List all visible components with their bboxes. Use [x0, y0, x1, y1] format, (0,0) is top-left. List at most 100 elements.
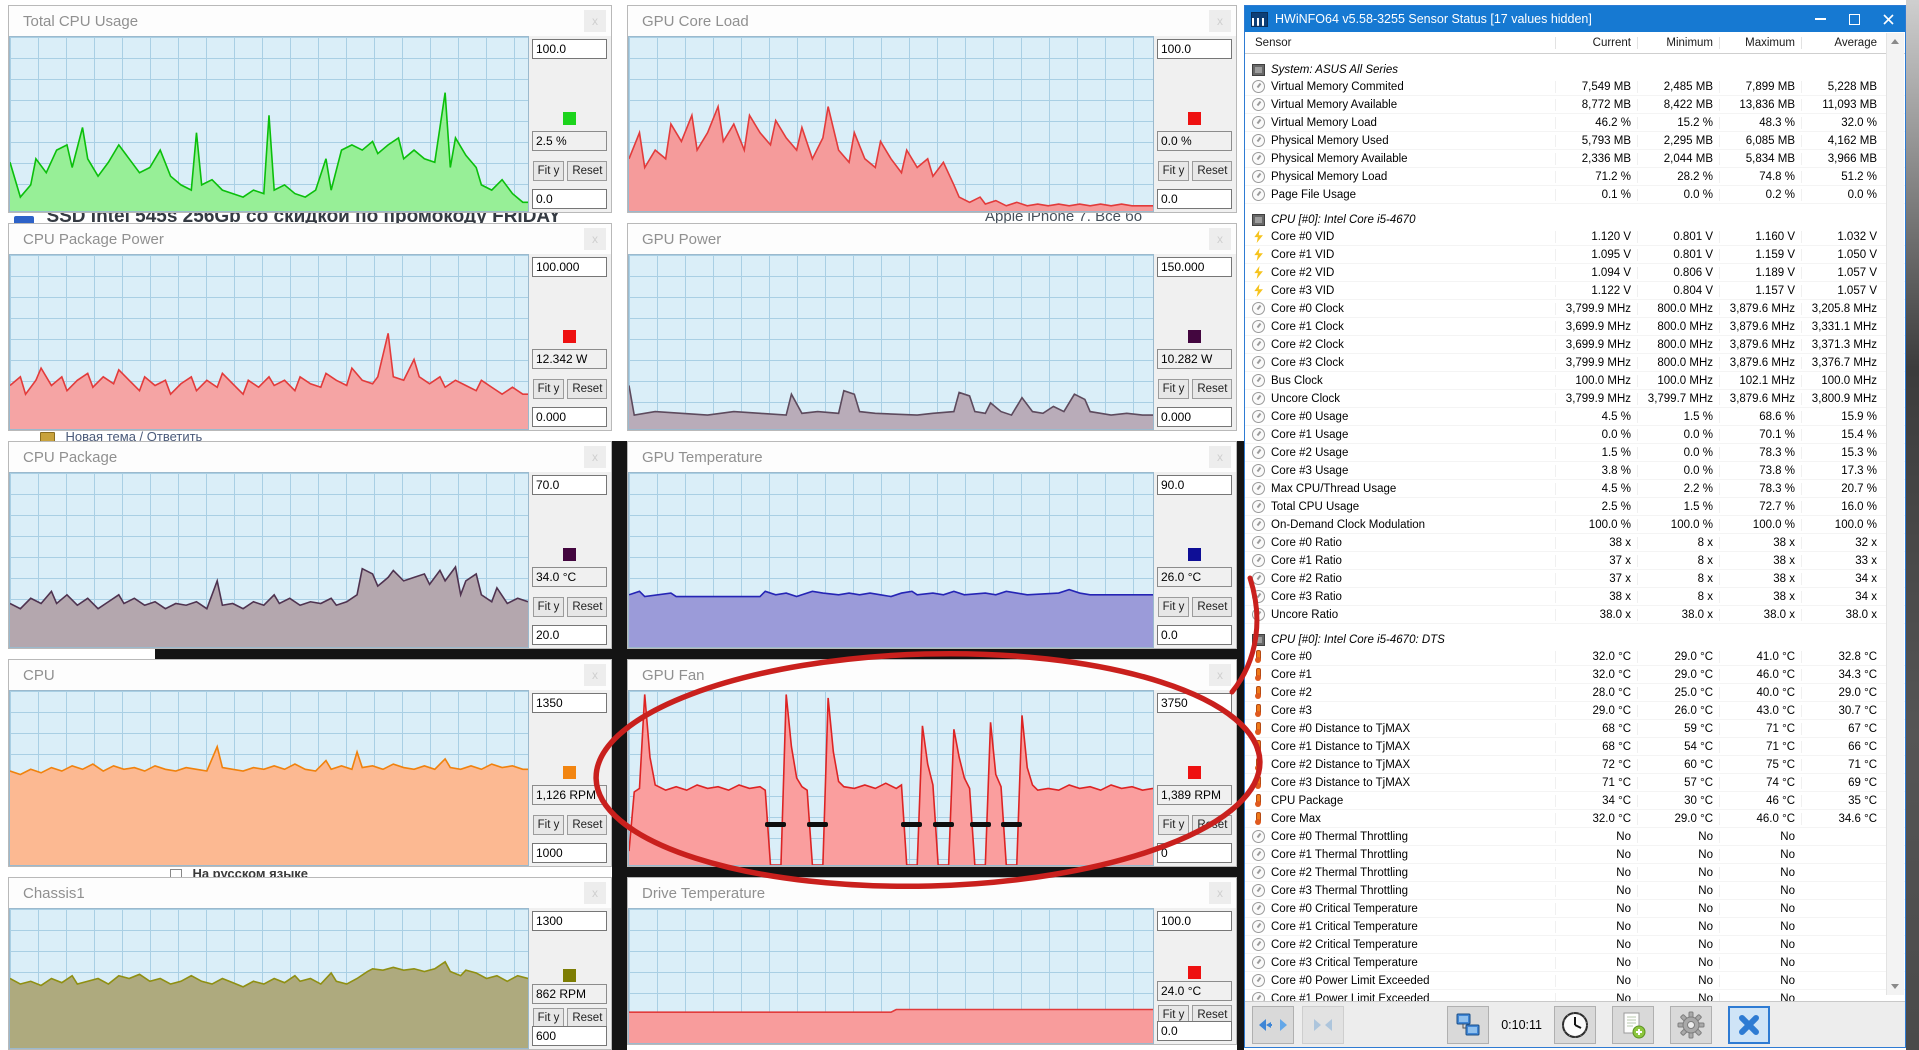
sensor-row[interactable]: Core #2 Ratio 37 x8 x 38 x 34 x: [1245, 570, 1905, 588]
y-max-input[interactable]: 1350: [532, 693, 607, 713]
panel-close-icon[interactable]: x: [1209, 228, 1231, 250]
report-button[interactable]: [1612, 1005, 1654, 1044]
column-header-minimum[interactable]: Minimum: [1637, 36, 1719, 49]
y-min-input[interactable]: 1000: [532, 843, 607, 863]
sensor-row[interactable]: Core #2 28.0 °C 25.0 °C 40.0 °C 29.0 °C: [1245, 684, 1905, 702]
reset-button[interactable]: Reset: [567, 596, 608, 617]
sensor-row[interactable]: Core #1 Critical Temperature No No No: [1245, 918, 1905, 936]
y-max-input[interactable]: 90.0: [1157, 475, 1232, 495]
sensor-row[interactable]: Physical Memory Load 71.2 % 28.2 % 74.8 % 51…: [1245, 168, 1905, 186]
column-header-current[interactable]: Current: [1555, 36, 1637, 49]
sensor-row[interactable]: Core #3 Thermal Throttling No No No: [1245, 882, 1905, 900]
sensor-row[interactable]: Core #0 Critical Temperature No No No: [1245, 900, 1905, 918]
y-min-input[interactable]: 0.0: [532, 189, 607, 209]
column-header-sensor[interactable]: Sensor: [1245, 37, 1555, 49]
settings-button[interactable]: [1670, 1005, 1712, 1044]
sensor-row[interactable]: Core #3 VID 1.122 V 0.804 V 1.157 V 1.057 V: [1245, 282, 1905, 300]
sensor-row[interactable]: Page File Usage 0.1 % 0.0 % 0.2 % 0.0 %: [1245, 186, 1905, 204]
sensor-row[interactable]: Core #0 Usage 4.5 % 1.5 % 68.6 % 15.9 %: [1245, 408, 1905, 426]
sensor-row[interactable]: Core #0 VID 1.120 V 0.801 V 1.160 V 1.032 V: [1245, 228, 1905, 246]
y-max-input[interactable]: 3750: [1157, 693, 1232, 713]
logging-start-button[interactable]: [1554, 1005, 1596, 1044]
sensor-row[interactable]: Core #3 Ratio 38 x8 x 38 x 34 x: [1245, 588, 1905, 606]
sensor-row[interactable]: Uncore Clock 3,799.9 MHz 3,799.7 MHz 3,879.…: [1245, 390, 1905, 408]
scroll-down-icon[interactable]: [1887, 978, 1904, 995]
sensor-row[interactable]: Virtual Memory Available 8,772 MB 8,422 MB…: [1245, 96, 1905, 114]
exit-button[interactable]: [1728, 1005, 1770, 1044]
panel-close-icon[interactable]: x: [584, 664, 606, 686]
panel-close-icon[interactable]: x: [1209, 446, 1231, 468]
sensor-row[interactable]: Virtual Memory Commited 7,549 MB 2,485 MB 7…: [1245, 78, 1905, 96]
sensor-row[interactable]: Core #1 Ratio 37 x8 x 38 x 33 x: [1245, 552, 1905, 570]
panel-close-icon[interactable]: x: [1209, 882, 1231, 904]
panel-close-icon[interactable]: x: [584, 228, 606, 250]
column-header-average[interactable]: Average: [1801, 36, 1883, 49]
y-min-input[interactable]: 0.0: [1157, 1021, 1232, 1041]
y-min-input[interactable]: 600: [532, 1026, 607, 1046]
fit-y-button[interactable]: Fit y: [1157, 814, 1190, 835]
scroll-up-icon[interactable]: [1887, 33, 1904, 50]
panel-close-icon[interactable]: x: [1209, 10, 1231, 32]
panel-close-icon[interactable]: x: [584, 882, 606, 904]
fit-y-button[interactable]: Fit y: [532, 378, 565, 399]
hwinfo-titlebar[interactable]: HWiNFO64 v5.58-3255 Sensor Status [17 va…: [1245, 6, 1905, 32]
maximize-button[interactable]: [1837, 6, 1871, 32]
fit-y-button[interactable]: Fit y: [532, 596, 565, 617]
sensor-row[interactable]: Uncore Ratio 38.0 x 38.0 x 38.0 x 38.0 x: [1245, 606, 1905, 624]
y-max-input[interactable]: 100.0: [1157, 39, 1232, 59]
y-min-input[interactable]: 0.000: [1157, 407, 1232, 427]
sensor-row[interactable]: Physical Memory Available 2,336 MB 2,044 M…: [1245, 150, 1905, 168]
y-max-input[interactable]: 100.000: [532, 257, 607, 277]
sensor-row[interactable]: Core #1 Usage 0.0 % 0.0 % 70.1 % 15.4 %: [1245, 426, 1905, 444]
sensor-section-header[interactable]: CPU [#0]: Intel Core i5-4670: [1245, 211, 1905, 228]
y-min-input[interactable]: 0.0: [1157, 625, 1232, 645]
sensor-row[interactable]: Core #3 Critical Temperature No No No: [1245, 954, 1905, 972]
sensor-row[interactable]: Core Max 32.0 °C 29.0 °C 46.0 °C 34.6 °C: [1245, 810, 1905, 828]
reset-button[interactable]: Reset: [567, 814, 608, 835]
sensor-row[interactable]: Core #3 Clock 3,799.9 MHz 800.0 MHz 3,879.6…: [1245, 354, 1905, 372]
sensor-row[interactable]: Core #1 Clock 3,699.9 MHz 800.0 MHz 3,879.6…: [1245, 318, 1905, 336]
sensor-row[interactable]: Core #2 Distance to TjMAX 72 °C 60 °C 75 °C…: [1245, 756, 1905, 774]
sensor-row[interactable]: Core #0 Power Limit Exceeded No No No: [1245, 972, 1905, 990]
fit-y-button[interactable]: Fit y: [1157, 378, 1190, 399]
y-max-input[interactable]: 100.0: [1157, 911, 1232, 931]
panel-close-icon[interactable]: x: [584, 10, 606, 32]
column-header-maximum[interactable]: Maximum: [1719, 36, 1801, 49]
sensor-row[interactable]: Core #0 32.0 °C 29.0 °C 41.0 °C 32.8 °C: [1245, 648, 1905, 666]
fit-y-button[interactable]: Fit y: [532, 160, 565, 181]
panel-close-icon[interactable]: x: [584, 446, 606, 468]
sensor-section-header[interactable]: CPU [#0]: Intel Core i5-4670: DTS: [1245, 631, 1905, 648]
sensor-row[interactable]: Core #0 Distance to TjMAX 68 °C 59 °C 71 °C…: [1245, 720, 1905, 738]
y-min-input[interactable]: 20.0: [532, 625, 607, 645]
sensor-row[interactable]: Core #1 Thermal Throttling No No No: [1245, 846, 1905, 864]
reset-button[interactable]: Reset: [1192, 160, 1233, 181]
sensor-row[interactable]: CPU Package 34 °C 30 °C 46 °C 35 °C: [1245, 792, 1905, 810]
sensor-row[interactable]: Core #2 Usage 1.5 % 0.0 % 78.3 % 15.3 %: [1245, 444, 1905, 462]
reset-button[interactable]: Reset: [1192, 596, 1233, 617]
sensor-row[interactable]: Core #2 VID 1.094 V 0.806 V 1.189 V 1.057 V: [1245, 264, 1905, 282]
expand-columns-button[interactable]: [1252, 1005, 1294, 1044]
sensor-row[interactable]: Core #2 Thermal Throttling No No No: [1245, 864, 1905, 882]
fit-y-button[interactable]: Fit y: [1157, 160, 1190, 181]
y-min-input[interactable]: 0.000: [532, 407, 607, 427]
y-max-input[interactable]: 1300: [532, 911, 607, 931]
sensor-row[interactable]: Core #0 Ratio 38 x8 x 38 x 32 x: [1245, 534, 1905, 552]
panel-close-icon[interactable]: x: [1209, 664, 1231, 686]
fit-y-button[interactable]: Fit y: [532, 814, 565, 835]
reset-button[interactable]: Reset: [567, 160, 608, 181]
reset-button[interactable]: Reset: [1192, 378, 1233, 399]
remote-sensors-button[interactable]: [1447, 1005, 1490, 1044]
reset-button[interactable]: Reset: [1192, 814, 1233, 835]
sensor-row[interactable]: Core #2 Critical Temperature No No No: [1245, 936, 1905, 954]
reset-button[interactable]: Reset: [567, 378, 608, 399]
sensor-row[interactable]: Virtual Memory Load 46.2 % 15.2 % 48.3 % 32.…: [1245, 114, 1905, 132]
sensor-row[interactable]: Physical Memory Used 5,793 MB 2,295 MB 6,08…: [1245, 132, 1905, 150]
sensor-section-header[interactable]: System: ASUS All Series: [1245, 61, 1905, 78]
sensor-row[interactable]: Core #0 Clock 3,799.9 MHz 800.0 MHz 3,879.6…: [1245, 300, 1905, 318]
y-max-input[interactable]: 70.0: [532, 475, 607, 495]
sensor-row[interactable]: Core #3 Distance to TjMAX 71 °C 57 °C 74 °C…: [1245, 774, 1905, 792]
sensor-row[interactable]: Core #3 Usage 3.8 % 0.0 % 73.8 % 17.3 %: [1245, 462, 1905, 480]
sensor-row[interactable]: Bus Clock 100.0 MHz 100.0 MHz 102.1 MHz 100.…: [1245, 372, 1905, 390]
sensor-row[interactable]: Max CPU/Thread Usage 4.5 % 2.2 % 78.3 % 20.7…: [1245, 480, 1905, 498]
sensor-row[interactable]: Core #1 Distance to TjMAX 68 °C 54 °C 71 °C…: [1245, 738, 1905, 756]
